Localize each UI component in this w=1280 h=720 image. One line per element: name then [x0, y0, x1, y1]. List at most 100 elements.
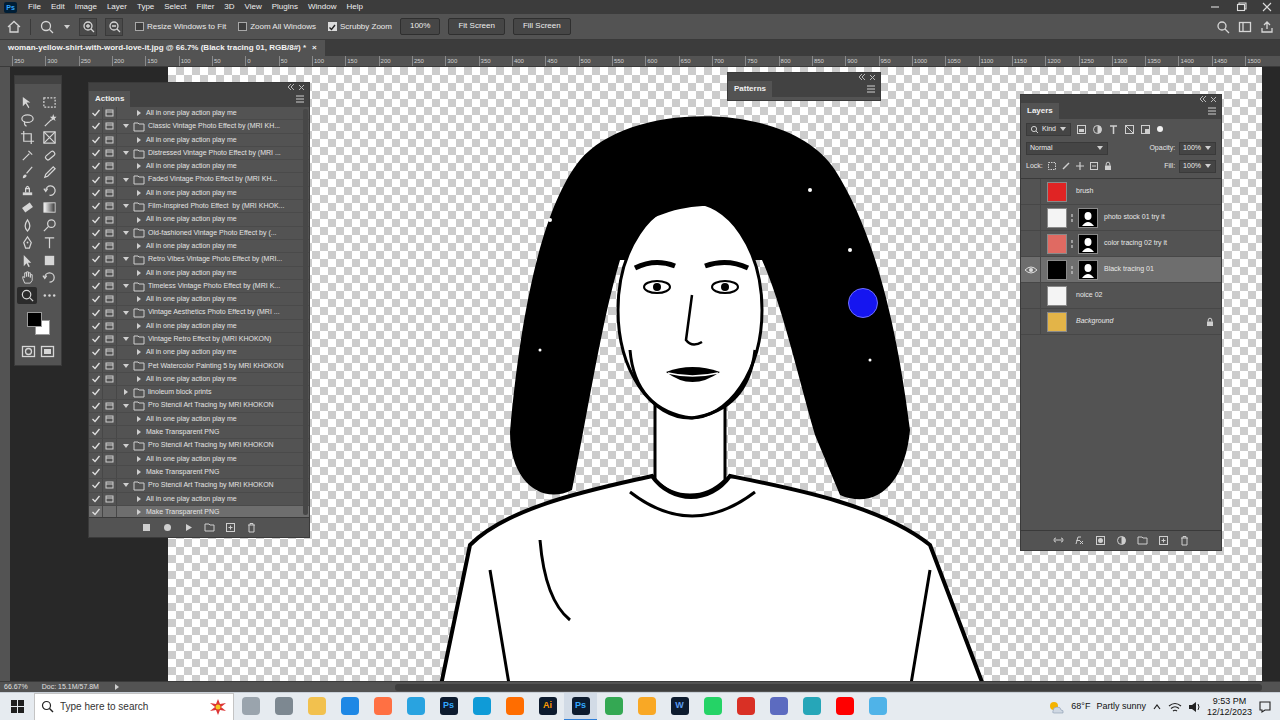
toggle-cell[interactable] [89, 253, 103, 265]
tool-button[interactable] [17, 269, 37, 287]
tool-button[interactable] [39, 164, 59, 182]
toggle-cell[interactable] [89, 187, 103, 199]
zoom-preset-button[interactable]: 100% [400, 18, 440, 34]
taskbar-app[interactable] [630, 693, 663, 720]
search-input[interactable] [60, 701, 203, 713]
taskbar-app[interactable] [300, 693, 333, 720]
collapsed-arrow-icon[interactable] [135, 242, 143, 250]
new-layer-icon[interactable] [1158, 535, 1169, 546]
expanded-arrow-icon[interactable] [122, 255, 130, 263]
action-row[interactable]: Pro Stencil Art Tracing by MRI KHOKON [89, 439, 309, 452]
checkbox[interactable] [238, 22, 247, 31]
action-row[interactable]: Pro Stencil Art Tracing by MRI KHOKON [89, 479, 309, 492]
zoom-preset-button[interactable]: Fill Screen [513, 18, 571, 34]
new-set-icon[interactable] [204, 522, 215, 533]
lock-pixels-icon[interactable] [1061, 161, 1071, 171]
magic-wand-tool-icon[interactable] [42, 113, 57, 128]
expanded-arrow-icon[interactable] [122, 149, 130, 157]
tool-button[interactable] [17, 217, 37, 235]
toggle-cell[interactable] [89, 280, 103, 292]
adjustment-layer-icon[interactable] [1116, 535, 1127, 546]
action-row[interactable]: All in one play action play me [89, 373, 309, 386]
history-brush-tool-icon[interactable] [42, 183, 57, 198]
collapsed-arrow-icon[interactable] [135, 375, 143, 383]
dialog-toggle-cell[interactable] [103, 386, 117, 398]
dialog-toggle-cell[interactable] [103, 187, 117, 199]
zoom-tool-icon[interactable] [20, 288, 35, 303]
toggle-cell[interactable] [89, 453, 103, 465]
lock-all-icon[interactable] [1103, 161, 1113, 171]
visibility-toggle[interactable] [1021, 179, 1041, 204]
dialog-toggle-cell[interactable] [103, 320, 117, 332]
clock[interactable]: 9:53 PM12/12/2023 [1207, 696, 1252, 717]
toggle-cell[interactable] [89, 479, 103, 491]
tool-button[interactable] [39, 94, 59, 112]
toggle-cell[interactable] [89, 306, 103, 318]
action-row[interactable]: Make Transparent PNG [89, 506, 309, 517]
action-row[interactable]: All in one play action play me [89, 134, 309, 147]
tool-button[interactable] [17, 252, 37, 270]
close-panel-icon[interactable] [298, 84, 305, 91]
dialog-toggle-cell[interactable] [103, 479, 117, 491]
close-tab-button[interactable]: × [312, 43, 317, 53]
tool-button[interactable] [17, 164, 37, 182]
taskbar-app[interactable] [267, 693, 300, 720]
dialog-toggle-cell[interactable] [103, 373, 117, 385]
toggle-cell[interactable] [89, 346, 103, 358]
zoom-out-icon[interactable] [108, 20, 121, 33]
dialog-toggle-cell[interactable] [103, 107, 117, 119]
action-row[interactable]: All in one play action play me [89, 160, 309, 173]
taskbar-app[interactable]: Ai [531, 693, 564, 720]
taskbar-app[interactable]: Ps [432, 693, 465, 720]
network-icon[interactable] [1168, 701, 1182, 713]
toggle-cell[interactable] [89, 107, 103, 119]
collapsed-arrow-icon[interactable] [135, 322, 143, 330]
panel-menu-icon[interactable] [1207, 106, 1217, 116]
zoom-tool-icon[interactable] [39, 19, 55, 35]
dialog-toggle-cell[interactable] [103, 333, 117, 345]
tool-button[interactable] [17, 199, 37, 217]
tool-button[interactable] [39, 287, 59, 305]
tool-button[interactable] [39, 199, 59, 217]
menu-item[interactable]: Image [70, 0, 102, 14]
action-row[interactable]: Classic Vintage Photo Effect by (MRI KH.… [89, 120, 309, 133]
pen-tool-icon[interactable] [20, 235, 35, 250]
expanded-arrow-icon[interactable] [122, 309, 130, 317]
search-icon[interactable] [1216, 20, 1230, 34]
dialog-toggle-cell[interactable] [103, 466, 117, 478]
action-row[interactable]: linoleum block prints [89, 386, 309, 399]
foreground-color[interactable] [27, 312, 42, 327]
quick-mask-icon[interactable] [21, 344, 36, 359]
expanded-arrow-icon[interactable] [122, 229, 130, 237]
expanded-arrow-icon[interactable] [122, 402, 130, 410]
dialog-toggle-cell[interactable] [103, 400, 117, 412]
start-button[interactable] [0, 693, 34, 720]
menu-item[interactable]: 3D [219, 0, 239, 14]
menu-item[interactable]: Filter [192, 0, 220, 14]
taskbar-app[interactable] [498, 693, 531, 720]
group-icon[interactable] [1137, 535, 1148, 546]
collapsed-arrow-icon[interactable] [135, 468, 143, 476]
dialog-toggle-cell[interactable] [103, 293, 117, 305]
dodge-tool-icon[interactable] [42, 218, 57, 233]
zoom-in-icon[interactable] [82, 20, 95, 33]
toggle-cell[interactable] [89, 373, 103, 385]
tool-button[interactable] [17, 147, 37, 165]
layer-style-icon[interactable] [1074, 535, 1085, 546]
filter-kind-select[interactable]: Kind [1026, 123, 1071, 136]
dialog-toggle-cell[interactable] [103, 453, 117, 465]
toggle-cell[interactable] [89, 267, 103, 279]
window-control[interactable] [1228, 0, 1254, 14]
toggle-cell[interactable] [89, 293, 103, 305]
dialog-toggle-cell[interactable] [103, 173, 117, 185]
toggle-cell[interactable] [89, 426, 103, 438]
blur-tool-icon[interactable] [20, 218, 35, 233]
add-mask-icon[interactable] [1095, 535, 1106, 546]
eyedropper-tool-icon[interactable] [20, 148, 35, 163]
action-row[interactable]: All in one play action play me [89, 320, 309, 333]
collapsed-arrow-icon[interactable] [135, 508, 143, 516]
collapse-icon[interactable] [1198, 95, 1207, 103]
visibility-toggle[interactable] [1021, 205, 1041, 230]
toggle-cell[interactable] [89, 413, 103, 425]
dialog-toggle-cell[interactable] [103, 227, 117, 239]
